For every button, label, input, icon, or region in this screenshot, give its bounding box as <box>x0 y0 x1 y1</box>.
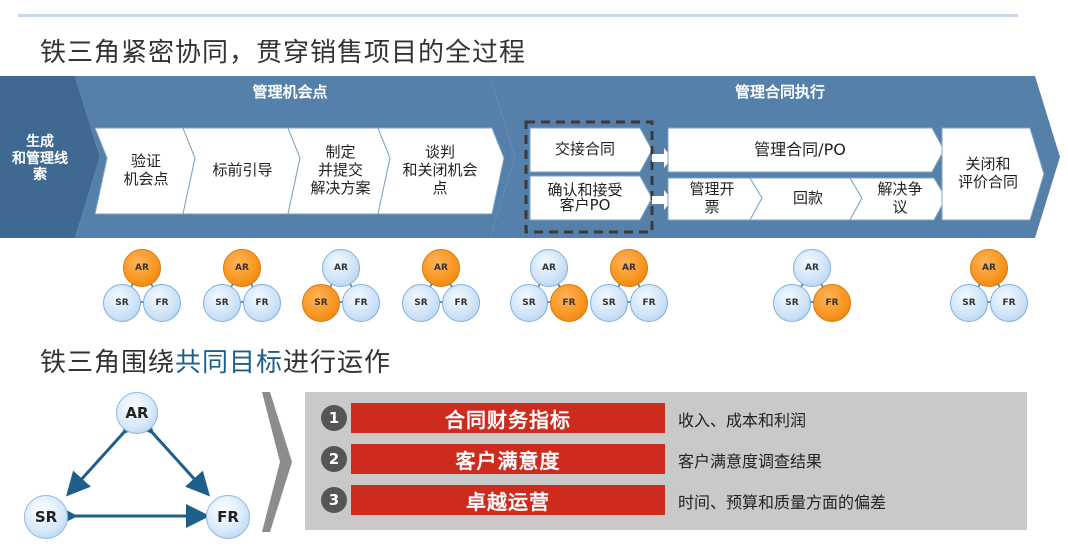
fr-node: FR <box>342 284 380 322</box>
goal-description: 收入、成本和利润 <box>678 411 807 430</box>
step-solution: 制定 并提交 解决方案 <box>310 143 371 197</box>
ar-node: AR <box>422 249 460 287</box>
sr-node: SR <box>510 284 548 322</box>
confirm-po-label: 确认和接受 客户PO <box>547 181 623 214</box>
contract-header: 管理合同执行 <box>734 83 825 102</box>
goal-number: 2 <box>321 446 347 472</box>
ar-node: AR <box>610 249 648 287</box>
payment-label: 回款 <box>792 189 823 208</box>
ar-node: AR <box>123 249 161 287</box>
goal-label: 卓越运营 <box>351 485 665 515</box>
lead-label: 生成 和管理线 索 <box>12 134 68 184</box>
po-header-label: 管理合同/PO <box>754 139 846 159</box>
goal-number: 1 <box>321 405 347 431</box>
arrow-ar-fr <box>129 408 211 497</box>
sr-node: SR <box>773 284 811 322</box>
page-title: 铁三角紧密协同，贯穿销售项目的全过程 <box>40 38 527 68</box>
big-fr-node: FR <box>206 495 250 539</box>
sr-node: SR <box>402 284 440 322</box>
step-verify: 验证 机会点 <box>123 152 169 188</box>
opportunity-header: 管理机会点 <box>252 83 328 102</box>
fr-node: FR <box>442 284 480 322</box>
sr-node: SR <box>203 284 241 322</box>
fr-node: FR <box>143 284 181 322</box>
big-ar-node: AR <box>116 392 158 434</box>
section-heading: 铁三角围绕共同目标进行运作 <box>40 342 391 379</box>
ar-node: AR <box>223 249 261 287</box>
close-label: 关闭和 评价合同 <box>957 155 1018 191</box>
heading-highlight: 共同目标 <box>175 348 284 378</box>
heading-prefix: 铁三角围绕 <box>40 348 176 378</box>
goal-label: 合同财务指标 <box>351 403 665 433</box>
fr-node: FR <box>243 284 281 322</box>
fr-node: FR <box>550 284 588 322</box>
ar-node: AR <box>793 249 831 287</box>
ar-node: AR <box>530 249 568 287</box>
goal-label: 客户满意度 <box>351 444 665 474</box>
sr-node: SR <box>590 284 628 322</box>
invoice-label: 管理开 票 <box>689 180 735 216</box>
fr-node: FR <box>630 284 668 322</box>
sr-node: SR <box>103 284 141 322</box>
top-divider <box>18 14 1018 17</box>
big-sr-node: SR <box>24 495 68 539</box>
arrow-ar-sr <box>65 408 147 497</box>
fr-node: FR <box>813 284 851 322</box>
sr-node: SR <box>302 284 340 322</box>
fr-node: FR <box>990 284 1028 322</box>
dispute-label: 解决争 议 <box>877 180 923 216</box>
step-negotiate: 谈判 和关闭机会 点 <box>402 143 478 197</box>
goal-number: 3 <box>321 487 347 513</box>
heading-suffix: 进行运作 <box>283 348 392 378</box>
step-guide: 标前引导 <box>212 161 273 180</box>
sr-node: SR <box>950 284 988 322</box>
goal-description: 时间、预算和质量方面的偏差 <box>678 493 887 512</box>
chevron-right-icon <box>262 392 292 532</box>
ar-node: AR <box>322 249 360 287</box>
ar-node: AR <box>970 249 1008 287</box>
goal-description: 客户满意度调查结果 <box>678 452 823 471</box>
handover-label: 交接合同 <box>554 140 615 159</box>
